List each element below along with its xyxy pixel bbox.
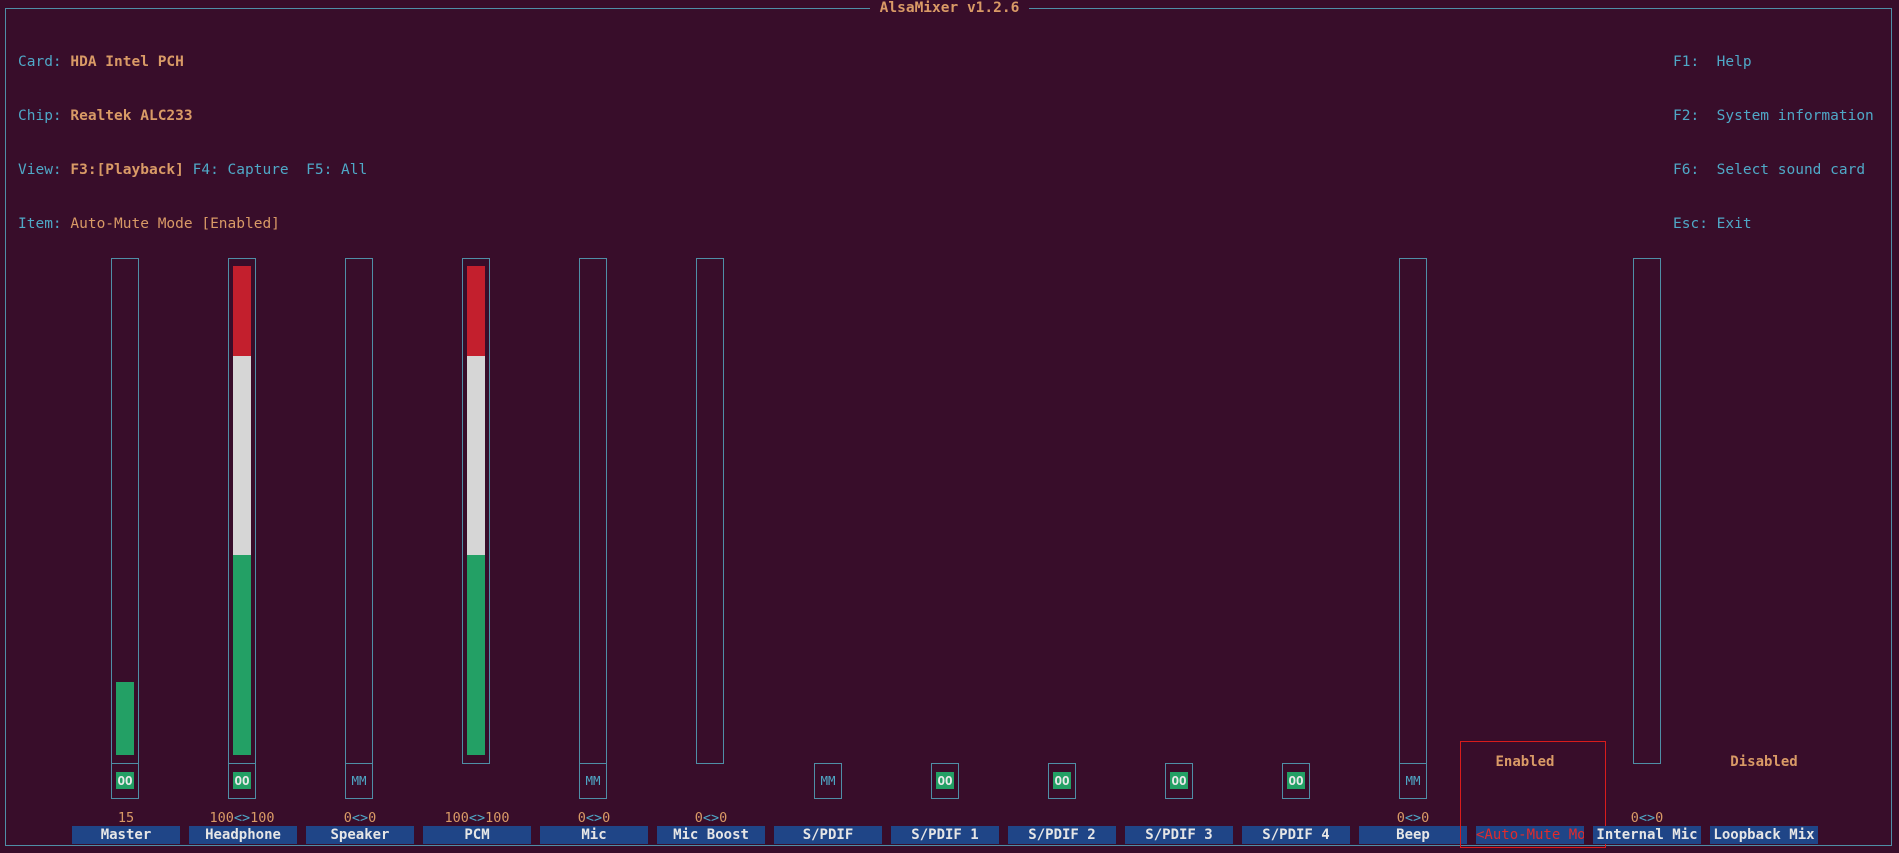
app-title: AlsaMixer v1.2.6 — [869, 0, 1030, 16]
speaker-volume-value: 0<>0 — [343, 810, 377, 826]
pcm-volume-bar[interactable] — [462, 258, 490, 764]
mic-volume-value: 0<>0 — [577, 810, 611, 826]
headphone-meter-white — [233, 356, 251, 555]
spdif-4-mute-switch[interactable]: OO — [1282, 763, 1310, 799]
pcm-meter-white — [467, 356, 485, 555]
view-label: View: — [18, 162, 62, 178]
internal-mic-volume-value: 0<>0 — [1630, 810, 1664, 826]
headphone-volume-value: 100<>100 — [209, 810, 275, 826]
card-label: Card: — [18, 54, 62, 70]
headphone-volume-bar[interactable] — [228, 258, 256, 764]
chip-value: Realtek ALC233 — [70, 108, 193, 124]
item-value: Auto-Mute Mode [Enabled] — [70, 216, 280, 232]
view-playback[interactable]: F3:[Playback] — [70, 162, 184, 178]
pcm-meter-red — [467, 266, 485, 356]
keys-panel: F1: Help F2: System information F6: Sele… — [1673, 17, 1874, 251]
control-spdif-4[interactable]: S/PDIF 4 — [1242, 826, 1350, 844]
beep-volume-value: 0<>0 — [1396, 810, 1430, 826]
spdif-mute-switch[interactable]: MM — [814, 763, 842, 799]
headphone-meter-red — [233, 266, 251, 356]
chip-label: Chip: — [18, 108, 62, 124]
mic-boost-volume-value: 0<>0 — [694, 810, 728, 826]
spdif-2-mute-switch[interactable]: OO — [1048, 763, 1076, 799]
control-loopback-mix[interactable]: Loopback Mix — [1710, 826, 1818, 844]
system-info-key[interactable]: F2: System information — [1673, 107, 1874, 125]
control-mic[interactable]: Mic — [540, 826, 648, 844]
mic-boost-volume-bar[interactable] — [696, 258, 724, 764]
master-meter-green — [116, 682, 134, 755]
view-all[interactable]: F5: All — [306, 162, 367, 178]
master-volume-value: 15 — [117, 810, 135, 826]
help-key[interactable]: F1: Help — [1673, 53, 1874, 71]
control-headphone[interactable]: Headphone — [189, 826, 297, 844]
master-volume-bar[interactable] — [111, 258, 139, 764]
internal-mic-volume-bar[interactable] — [1633, 258, 1661, 764]
card-value: HDA Intel PCH — [70, 54, 184, 70]
control-mic-boost[interactable]: Mic Boost — [657, 826, 765, 844]
headphone-mute-switch[interactable]: OO — [228, 763, 256, 799]
beep-volume-bar[interactable] — [1399, 258, 1427, 764]
control-spdif-1[interactable]: S/PDIF 1 — [891, 826, 999, 844]
control-spdif-2[interactable]: S/PDIF 2 — [1008, 826, 1116, 844]
info-panel: Card: HDA Intel PCH Chip: Realtek ALC233… — [18, 17, 367, 251]
item-label: Item: — [18, 216, 62, 232]
control-pcm[interactable]: PCM — [423, 826, 531, 844]
view-capture[interactable]: F4: Capture — [193, 162, 289, 178]
select-card-key[interactable]: F6: Select sound card — [1673, 161, 1874, 179]
pcm-meter-green — [467, 555, 485, 755]
pcm-volume-value: 100<>100 — [444, 810, 510, 826]
speaker-mute-switch[interactable]: MM — [345, 763, 373, 799]
control-spdif-3[interactable]: S/PDIF 3 — [1125, 826, 1233, 844]
control-master[interactable]: Master — [72, 826, 180, 844]
spdif-3-mute-switch[interactable]: OO — [1165, 763, 1193, 799]
beep-mute-switch[interactable]: MM — [1399, 763, 1427, 799]
loopback-mix-value[interactable]: Disabled — [1704, 754, 1824, 770]
mic-mute-switch[interactable]: MM — [579, 763, 607, 799]
auto-mute-mode-value[interactable]: Enabled — [1465, 754, 1585, 770]
control-auto-mute-mode[interactable]: <Auto-Mute Mo> — [1476, 826, 1584, 844]
control-spdif[interactable]: S/PDIF — [774, 826, 882, 844]
control-speaker[interactable]: Speaker — [306, 826, 414, 844]
exit-key[interactable]: Esc: Exit — [1673, 215, 1874, 233]
spdif-1-mute-switch[interactable]: OO — [931, 763, 959, 799]
master-mute-switch[interactable]: OO — [111, 763, 139, 799]
mic-volume-bar[interactable] — [579, 258, 607, 764]
window-title: AlsaMixer v1.2.6 — [0, 0, 1899, 18]
control-beep[interactable]: Beep — [1359, 826, 1467, 844]
speaker-volume-bar[interactable] — [345, 258, 373, 764]
headphone-meter-green — [233, 555, 251, 755]
control-internal-mic[interactable]: Internal Mic — [1593, 826, 1701, 844]
